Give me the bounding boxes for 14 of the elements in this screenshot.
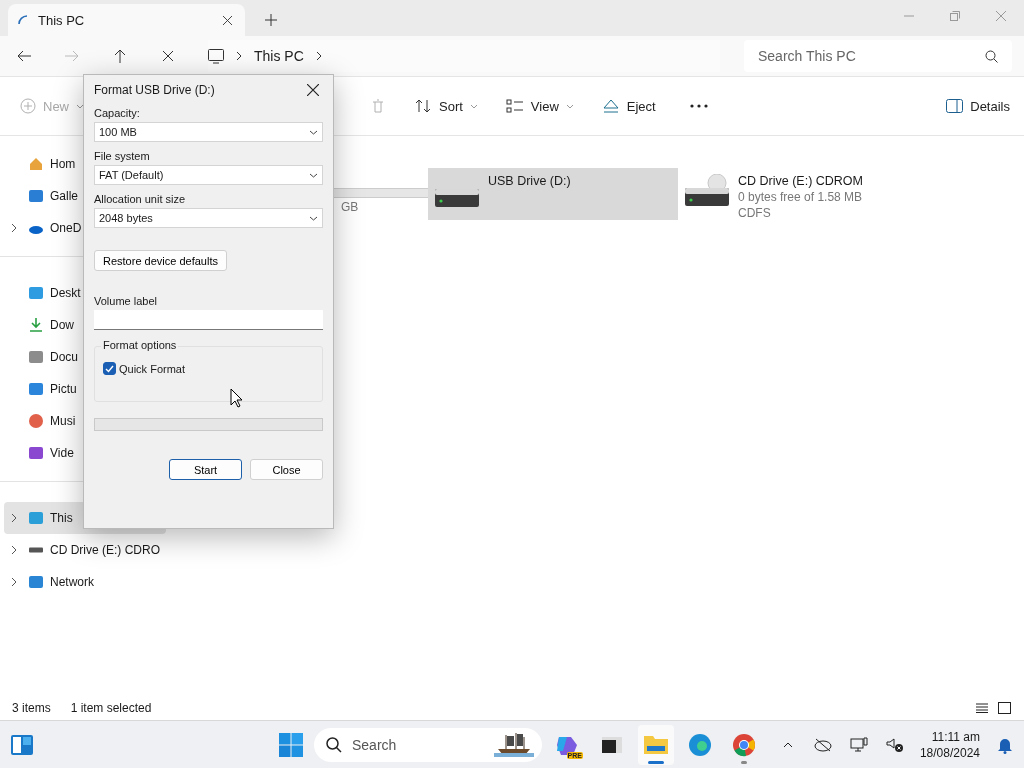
- drive-name: USB Drive (D:): [488, 174, 571, 188]
- field-label: File system: [94, 150, 151, 162]
- drive-detail: 0 bytes free of 1.58 MB: [738, 190, 863, 204]
- drive-detail: GB: [341, 200, 360, 214]
- dialog-title: Format USB Drive (D:): [94, 83, 215, 97]
- item-count: 3 items: [12, 700, 51, 715]
- file-system: CDFS: [738, 206, 772, 220]
- field-label: Volume label: [94, 295, 158, 307]
- drive-name: CD Drive (E:) CDROM: [738, 174, 863, 188]
- selection-count: 1 item selected: [70, 700, 152, 715]
- field-label: Allocation unit size: [94, 193, 187, 205]
- group-title: Format options: [101, 339, 179, 351]
- tab-title: This PC: [38, 12, 86, 28]
- field-label: Capacity:: [94, 107, 141, 119]
